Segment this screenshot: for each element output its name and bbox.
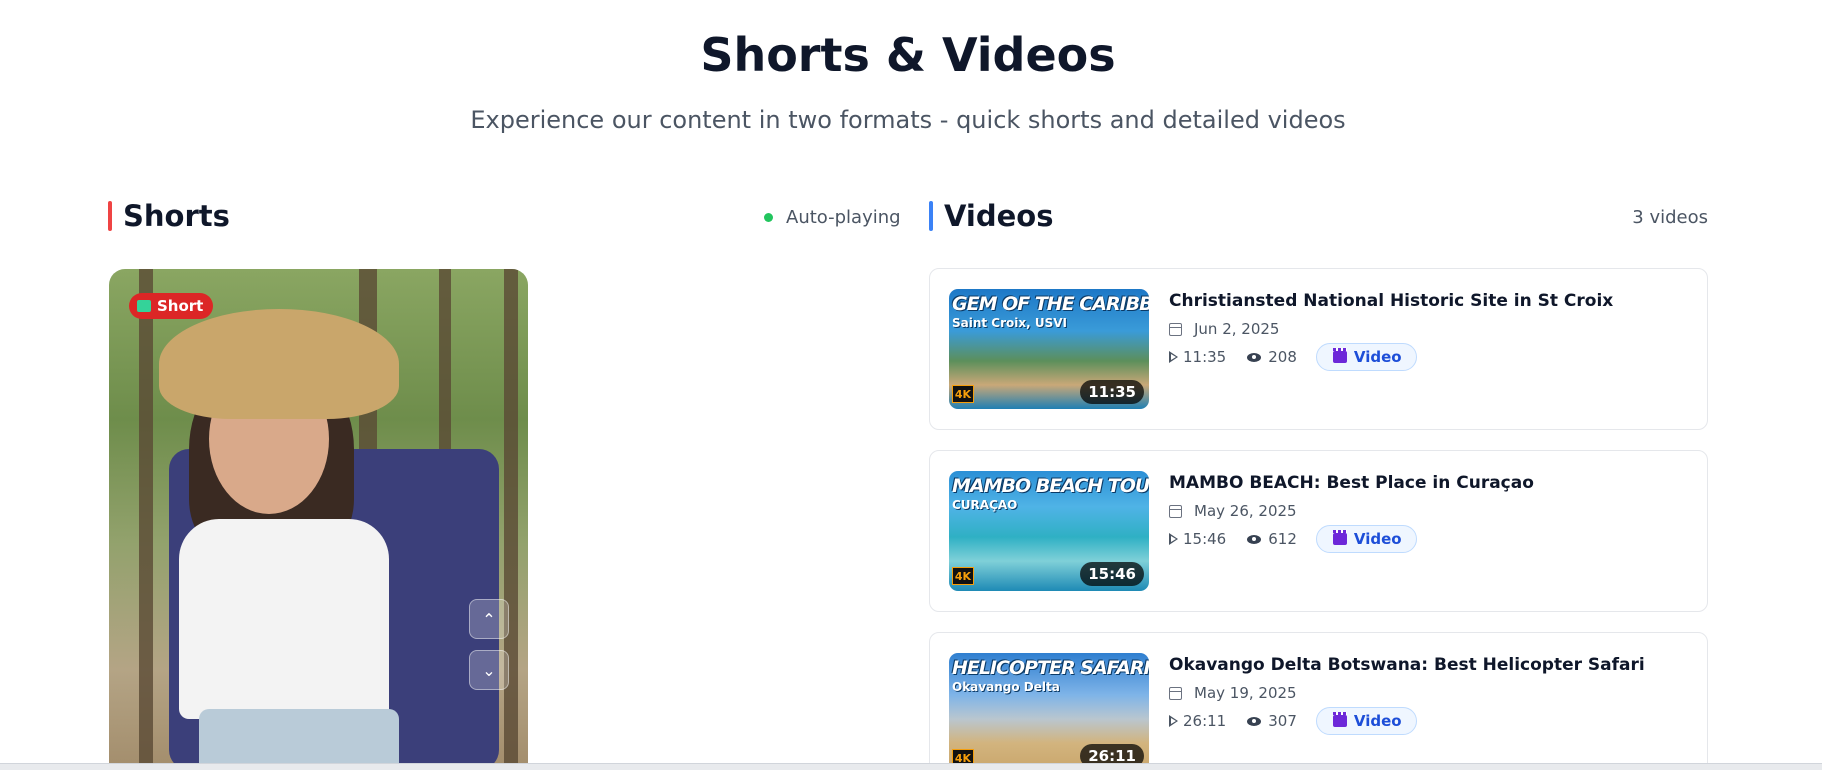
thumbnail-headline: MAMBO BEACH TOUR! — [952, 475, 1149, 497]
video-date: May 26, 2025 — [1169, 502, 1297, 520]
video-views: 208 — [1268, 348, 1297, 366]
thumbnail-headline: HELICOPTER SAFARI! — [952, 657, 1149, 679]
video-count: 3 videos — [1632, 207, 1708, 228]
thumbnail-subhead: CURAÇAO — [952, 498, 1018, 512]
duration-badge: 11:35 — [1080, 380, 1144, 404]
4k-badge: 4K — [952, 385, 974, 403]
video-card[interactable]: GEM OF THE CARIBBEAN! Saint Croix, USVI … — [929, 268, 1708, 430]
video-date-text: Jun 2, 2025 — [1194, 320, 1280, 338]
chevron-up-icon: ⌃ — [482, 609, 496, 629]
clapperboard-icon — [1332, 348, 1347, 363]
short-frame-tree — [139, 269, 153, 770]
status-dot-icon — [764, 213, 773, 222]
chevron-down-icon: ⌄ — [482, 660, 496, 680]
page-title: Shorts & Videos — [700, 28, 1116, 82]
video-title[interactable]: Christiansted National Historic Site in … — [1169, 291, 1613, 311]
short-frame-hat — [159, 309, 399, 419]
calendar-icon — [1169, 686, 1182, 700]
eye-icon — [1247, 534, 1262, 544]
video-thumbnail[interactable]: HELICOPTER SAFARI! Okavango Delta 4K 26:… — [949, 653, 1149, 770]
video-duration: 26:11 — [1183, 712, 1227, 730]
video-date: Jun 2, 2025 — [1169, 320, 1279, 338]
short-frame-shirt — [179, 519, 389, 719]
clapperboard-icon — [1332, 712, 1347, 727]
thumbnail-subhead: Saint Croix, USVI — [952, 316, 1068, 330]
video-date-text: May 19, 2025 — [1194, 684, 1297, 702]
play-icon — [1169, 715, 1178, 727]
play-icon — [1169, 351, 1178, 363]
video-type-badge: Video — [1315, 525, 1417, 553]
video-title[interactable]: Okavango Delta Botswana: Best Helicopter… — [1169, 655, 1645, 675]
video-views: 612 — [1268, 530, 1297, 548]
clapperboard-icon — [1332, 530, 1347, 545]
short-player[interactable]: Short ⌃ ⌄ — [109, 269, 528, 770]
autoplay-status: Auto-playing — [764, 207, 901, 228]
short-frame-tree — [504, 269, 518, 770]
video-date-text: May 26, 2025 — [1194, 502, 1297, 520]
page-subtitle: Experience our content in two formats - … — [470, 106, 1346, 134]
short-frame-shorts — [199, 709, 399, 770]
videos-heading: Videos — [944, 199, 1054, 233]
video-duration: 11:35 — [1183, 348, 1227, 366]
videos-accent-bar — [929, 201, 933, 231]
video-type-badge: Video — [1315, 707, 1417, 735]
calendar-icon — [1169, 322, 1182, 336]
video-views: 307 — [1268, 712, 1297, 730]
short-prev-button[interactable]: ⌃ — [469, 599, 509, 639]
videos-header: Videos — [929, 199, 1054, 233]
video-type-label: Video — [1353, 348, 1402, 366]
video-type-label: Video — [1353, 712, 1402, 730]
video-title[interactable]: MAMBO BEACH: Best Place in Curaçao — [1169, 473, 1534, 493]
shorts-accent-bar — [108, 201, 112, 231]
short-badge-label: Short — [157, 297, 204, 315]
eye-icon — [1247, 352, 1262, 362]
browser-bottom-edge — [0, 763, 1822, 770]
duration-badge: 15:46 — [1080, 562, 1144, 586]
video-card[interactable]: MAMBO BEACH TOUR! CURAÇAO 4K 15:46 MAMBO… — [929, 450, 1708, 612]
short-next-button[interactable]: ⌄ — [469, 650, 509, 690]
short-badge: Short — [129, 293, 214, 319]
short-film-icon — [137, 300, 151, 312]
video-meta: 15:46 612 Video — [1169, 525, 1417, 553]
video-duration: 15:46 — [1183, 530, 1227, 548]
video-thumbnail[interactable]: GEM OF THE CARIBBEAN! Saint Croix, USVI … — [949, 289, 1149, 409]
video-card[interactable]: HELICOPTER SAFARI! Okavango Delta 4K 26:… — [929, 632, 1708, 770]
thumbnail-headline: GEM OF THE CARIBBEAN! — [952, 293, 1149, 315]
video-meta: 11:35 208 Video — [1169, 343, 1417, 371]
play-icon — [1169, 533, 1178, 545]
autoplay-label: Auto-playing — [786, 207, 901, 228]
4k-badge: 4K — [952, 567, 974, 585]
shorts-header: Shorts — [108, 199, 230, 233]
calendar-icon — [1169, 504, 1182, 518]
thumbnail-subhead: Okavango Delta — [952, 680, 1060, 694]
video-type-badge: Video — [1315, 343, 1417, 371]
video-type-label: Video — [1353, 530, 1402, 548]
video-thumbnail[interactable]: MAMBO BEACH TOUR! CURAÇAO 4K 15:46 — [949, 471, 1149, 591]
shorts-heading: Shorts — [123, 199, 230, 233]
video-date: May 19, 2025 — [1169, 684, 1297, 702]
video-meta: 26:11 307 Video — [1169, 707, 1417, 735]
eye-icon — [1247, 716, 1262, 726]
